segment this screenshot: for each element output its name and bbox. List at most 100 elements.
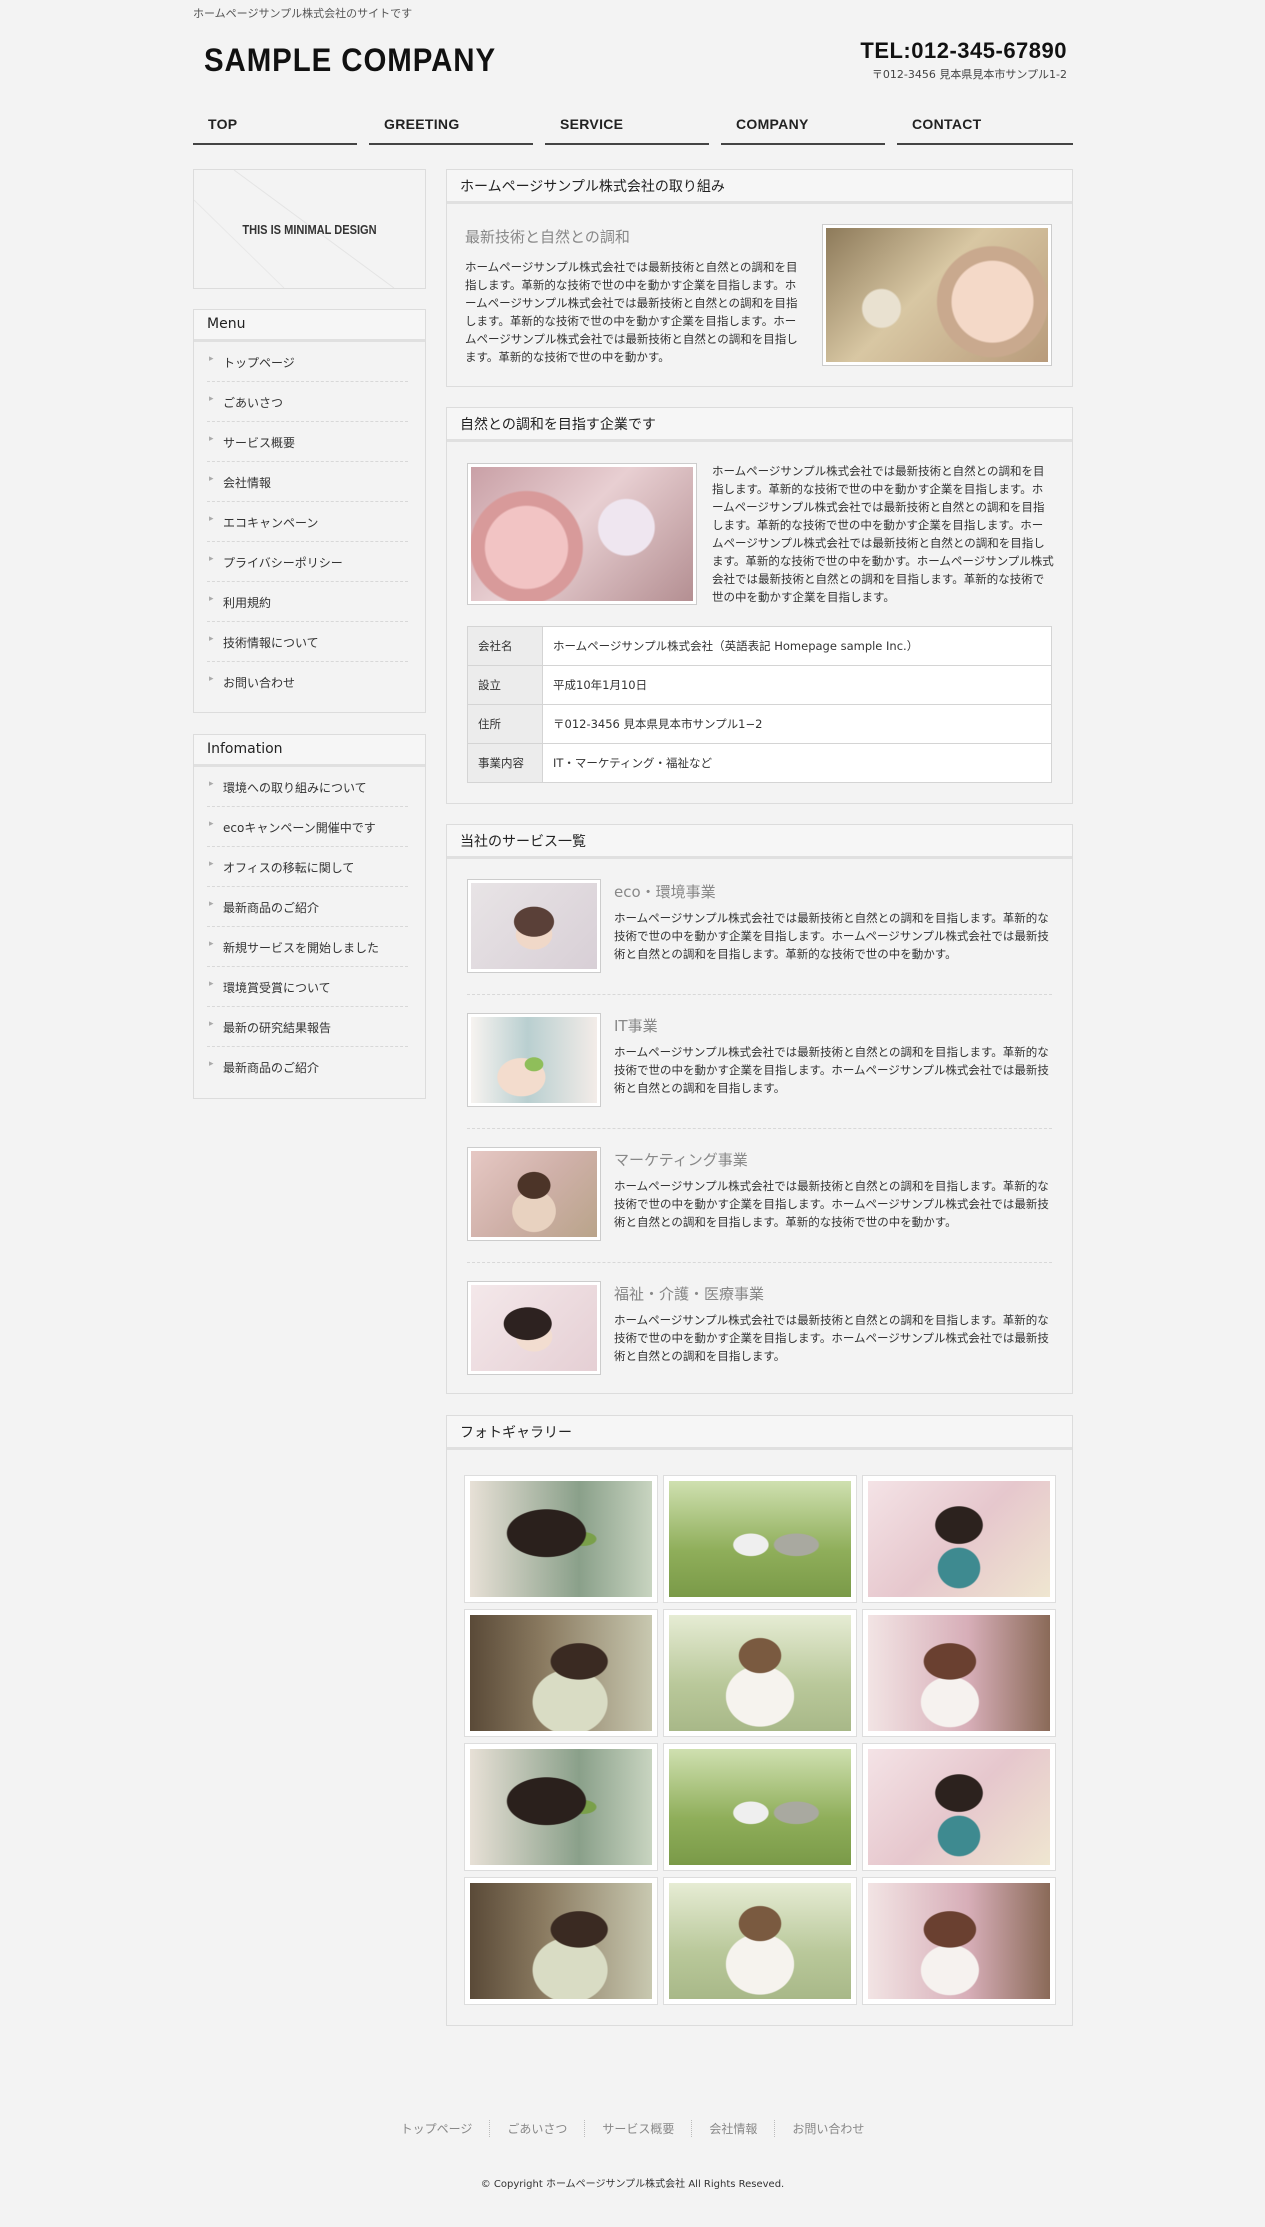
table-value: 平成10年1月10日 (542, 665, 1052, 705)
table-row: 住所 〒012-3456 見本県見本市サンプル1−2 (467, 704, 1052, 744)
sidebar-item-eco[interactable]: ▸ エコキャンペーン (207, 502, 408, 542)
footer-nav: トップページ ごあいさつ サービス概要 会社情報 お問い合わせ (0, 2120, 1265, 2137)
section-title: 当社のサービス一覧 (447, 825, 1072, 859)
footer-link-contact[interactable]: お問い合わせ (775, 2120, 881, 2137)
gallery-photo[interactable] (464, 1475, 658, 1603)
service-text: ホームページサンプル株式会社では最新技術と自然との調和を目指します。革新的な技術… (614, 1045, 1049, 1095)
banner-text: THIS IS MINIMAL DESIGN (242, 222, 377, 237)
arrow-right-icon: ▸ (209, 819, 214, 829)
service-item-marketing[interactable]: マーケティング事業 ホームページサンプル株式会社では最新技術と自然との調和を目指… (467, 1129, 1052, 1263)
arrow-right-icon: ▸ (209, 1059, 214, 1069)
footer-link-service[interactable]: サービス概要 (585, 2120, 693, 2137)
nav-service[interactable]: SERVICE (545, 112, 709, 145)
arrow-right-icon: ▸ (209, 899, 214, 909)
service-item-it[interactable]: IT事業 ホームページサンプル株式会社では最新技術と自然との調和を目指します。革… (467, 995, 1052, 1129)
menu-title: Menu (194, 310, 425, 342)
service-title: マーケティング事業 (614, 1151, 748, 1169)
table-label: 事業内容 (467, 743, 543, 783)
table-row: 会社名 ホームページサンプル株式会社（英語表記 Homepage sample I… (467, 626, 1052, 666)
info-item[interactable]: ▸ オフィスの移転に関して (207, 847, 408, 887)
sidebar-information: Infomation ▸ 環境への取り組みについて ▸ ecoキャンペーン開催中です… (193, 734, 426, 1099)
section-gallery: フォトギャラリー (446, 1415, 1073, 2026)
info-item[interactable]: ▸ 環境賞受賞について (207, 967, 408, 1007)
table-value: ホームページサンプル株式会社（英語表記 Homepage sample Inc.… (542, 626, 1052, 666)
sidebar-item-privacy[interactable]: ▸ プライバシーポリシー (207, 542, 408, 582)
section-company: 自然との調和を目指す企業です ホームページサンプル株式会社では最新技術と自然との… (446, 407, 1073, 804)
sidebar-item-service[interactable]: ▸ サービス概要 (207, 422, 408, 462)
section-title: フォトギャラリー (447, 1416, 1072, 1450)
service-it-image (467, 1013, 601, 1107)
info-item[interactable]: ▸ 環境への取り組みについて (207, 767, 408, 807)
rose-perfume-image (467, 463, 697, 605)
section-services: 当社のサービス一覧 eco・環境事業 ホームページサンプル株式会社では最新技術と… (446, 824, 1073, 1394)
header-tel: TEL:012-345-67890 (860, 38, 1067, 63)
roses-pearls-image (822, 224, 1052, 366)
service-text: ホームページサンプル株式会社では最新技術と自然との調和を目指します。革新的な技術… (614, 1179, 1049, 1229)
section-initiatives: ホームページサンプル株式会社の取り組み 最新技術と自然との調和 ホームページサン… (446, 169, 1073, 387)
service-item-eco[interactable]: eco・環境事業 ホームページサンプル株式会社では最新技術と自然との調和を目指し… (467, 861, 1052, 995)
nav-contact[interactable]: CONTACT (897, 112, 1073, 145)
arrow-right-icon: ▸ (209, 354, 214, 364)
nav-greeting[interactable]: GREETING (369, 112, 533, 145)
sidebar-menu: Menu ▸ トップページ ▸ ごあいさつ ▸ サービス概要 ▸ 会社情報 ▸ エコキャン… (193, 309, 426, 713)
arrow-right-icon: ▸ (209, 1019, 214, 1029)
section-subtitle: 最新技術と自然との調和 (465, 228, 630, 246)
service-title: 福祉・介護・医療事業 (614, 1285, 765, 1303)
gallery-photo[interactable] (862, 1475, 1056, 1603)
gallery-photo[interactable] (862, 1743, 1056, 1871)
arrow-right-icon: ▸ (209, 859, 214, 869)
info-item[interactable]: ▸ 最新の研究結果報告 (207, 1007, 408, 1047)
minimal-banner[interactable]: THIS IS MINIMAL DESIGN (193, 169, 426, 289)
site-tagline: ホームページサンプル株式会社のサイトです (193, 7, 413, 20)
arrow-right-icon: ▸ (209, 939, 214, 949)
gallery-photo[interactable] (862, 1877, 1056, 2005)
arrow-right-icon: ▸ (209, 394, 214, 404)
section-title: ホームページサンプル株式会社の取り組み (447, 170, 1072, 204)
arrow-right-icon: ▸ (209, 514, 214, 524)
service-title: IT事業 (614, 1017, 658, 1035)
service-text: ホームページサンプル株式会社では最新技術と自然との調和を目指します。革新的な技術… (614, 1313, 1049, 1363)
table-label: 住所 (467, 704, 543, 744)
sidebar-item-tech[interactable]: ▸ 技術情報について (207, 622, 408, 662)
sidebar-item-top[interactable]: ▸ トップページ (207, 342, 408, 382)
gallery-photo[interactable] (663, 1475, 857, 1603)
gallery-photo[interactable] (663, 1743, 857, 1871)
sidebar-item-contact[interactable]: ▸ お問い合わせ (207, 662, 408, 702)
table-label: 会社名 (467, 626, 543, 666)
gallery-photo[interactable] (464, 1877, 658, 2005)
section-text: ホームページサンプル株式会社では最新技術と自然との調和を目指します。革新的な技術… (712, 464, 1054, 604)
footer-link-company[interactable]: 会社情報 (692, 2120, 776, 2137)
gallery-photo[interactable] (663, 1609, 857, 1737)
sidebar-item-terms[interactable]: ▸ 利用規約 (207, 582, 408, 622)
table-label: 設立 (467, 665, 543, 705)
info-item[interactable]: ▸ 新規サービスを開始しました (207, 927, 408, 967)
gallery-photo[interactable] (464, 1743, 658, 1871)
service-eco-image (467, 879, 601, 973)
gallery-photo[interactable] (862, 1609, 1056, 1737)
table-row: 事業内容 IT・マーケティング・福祉など (467, 743, 1052, 783)
info-item[interactable]: ▸ ecoキャンペーン開催中です (207, 807, 408, 847)
gallery-photo[interactable] (464, 1609, 658, 1737)
site-logo[interactable]: SAMPLE COMPANY (204, 42, 496, 79)
footer-link-greeting[interactable]: ごあいさつ (490, 2120, 586, 2137)
info-item[interactable]: ▸ 最新商品のご紹介 (207, 887, 408, 927)
arrow-right-icon: ▸ (209, 779, 214, 789)
info-item[interactable]: ▸ 最新商品のご紹介 (207, 1047, 408, 1087)
table-value: 〒012-3456 見本県見本市サンプル1−2 (542, 704, 1052, 744)
header-address: 〒012-3456 見本県見本市サンプル1-2 (871, 68, 1067, 81)
service-title: eco・環境事業 (614, 883, 716, 901)
service-item-welfare[interactable]: 福祉・介護・医療事業 ホームページサンプル株式会社では最新技術と自然との調和を目… (467, 1263, 1052, 1397)
footer-link-top[interactable]: トップページ (384, 2120, 491, 2137)
arrow-right-icon: ▸ (209, 979, 214, 989)
nav-top[interactable]: TOP (193, 112, 357, 145)
nav-company[interactable]: COMPANY (721, 112, 885, 145)
arrow-right-icon: ▸ (209, 554, 214, 564)
arrow-right-icon: ▸ (209, 474, 214, 484)
company-info-table: 会社名 ホームページサンプル株式会社（英語表記 Homepage sample I… (467, 626, 1052, 783)
gallery-photo[interactable] (663, 1877, 857, 2005)
sidebar-item-greeting[interactable]: ▸ ごあいさつ (207, 382, 408, 422)
table-row: 設立 平成10年1月10日 (467, 665, 1052, 705)
global-nav: TOP GREETING SERVICE COMPANY CONTACT (193, 112, 1073, 148)
sidebar-item-company[interactable]: ▸ 会社情報 (207, 462, 408, 502)
page: ホームページサンプル株式会社のサイトです SAMPLE COMPANY TEL:… (0, 0, 1265, 2227)
